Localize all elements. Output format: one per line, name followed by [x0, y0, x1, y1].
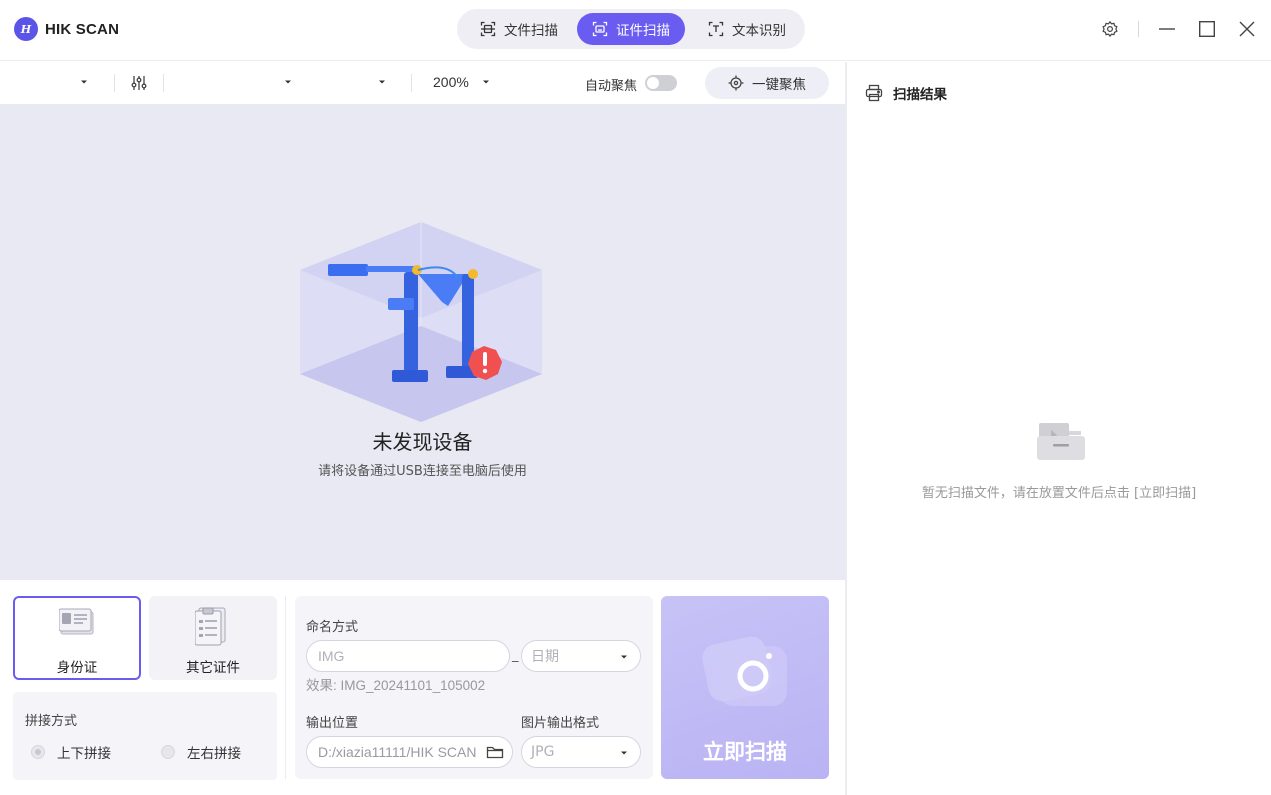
settings-divider — [285, 596, 286, 779]
name-separator: _ — [512, 648, 519, 663]
scanner-device-illustration — [300, 222, 542, 422]
scan-settings-panel: 身份证 其它证件 拼接方式 上下拼接 左右拼接 命名方式 IMG _ 日期 效果… — [0, 580, 845, 795]
title-divider — [1138, 21, 1139, 37]
output-location-input[interactable]: D:/xiazia11111/HIK SCAN — [306, 736, 513, 768]
doc-scan-icon — [480, 21, 496, 37]
scan-results-header: 扫描结果 — [865, 83, 947, 103]
minimize-button[interactable] — [1152, 14, 1182, 44]
chevron-down-icon — [621, 751, 627, 755]
minimize-icon — [1159, 28, 1175, 30]
camera-icon — [702, 636, 787, 706]
maximize-button[interactable] — [1192, 14, 1222, 44]
toolbar-divider — [114, 74, 115, 92]
radio-dot — [31, 745, 45, 759]
text-recognition-icon — [708, 21, 724, 37]
adjust-sliders-icon[interactable] — [130, 74, 148, 92]
radio-label: 上下拼接 — [57, 746, 111, 762]
mode-tabs: 文件扫描 证件扫描 文本识别 — [457, 9, 805, 49]
toolbar-divider — [411, 74, 412, 92]
no-device-title: 未发现设备 — [372, 430, 473, 454]
format-value: JPG — [531, 744, 555, 760]
radio-dot — [161, 745, 175, 759]
stitch-mode-title: 拼接方式 — [25, 714, 78, 729]
other-document-icon — [195, 607, 226, 646]
radio-label: 左右拼接 — [187, 746, 241, 762]
tab-text-recognition[interactable]: 文本识别 — [695, 13, 799, 45]
tab-label: 证件扫描 — [616, 23, 670, 39]
close-icon — [1239, 21, 1255, 37]
gear-icon — [1102, 20, 1118, 38]
id-card-icon — [59, 608, 94, 635]
folder-icon[interactable] — [486, 744, 504, 760]
stitch-horizontal-radio[interactable]: 左右拼接 — [161, 742, 241, 762]
suffix-value: 日期 — [531, 649, 559, 665]
zoom-level[interactable]: 200% — [433, 74, 469, 90]
doc-type-other[interactable]: 其它证件 — [149, 596, 277, 680]
close-button[interactable] — [1232, 14, 1262, 44]
resolution-select-caret-icon[interactable] — [282, 76, 294, 88]
id-scan-icon — [592, 21, 608, 37]
output-format-label: 图片输出格式 — [521, 716, 600, 731]
toggle-knob — [647, 77, 659, 89]
auto-focus-label: 自动聚焦 — [585, 79, 638, 94]
prefix-placeholder: IMG — [318, 648, 345, 664]
zoom-caret-icon[interactable] — [480, 76, 492, 88]
crosshair-icon — [728, 75, 744, 91]
no-device-hint: 请将设备通过USB连接至电脑后使用 — [318, 464, 527, 479]
one-key-focus-label: 一键聚焦 — [752, 77, 806, 93]
tab-document-scan[interactable]: 文件扫描 — [465, 13, 573, 45]
panel-divider — [845, 62, 847, 795]
scan-now-label: 立即扫描 — [703, 740, 787, 764]
printer-icon — [865, 84, 883, 102]
device-select-caret-icon[interactable] — [78, 76, 90, 88]
scan-now-button[interactable]: 立即扫描 — [661, 596, 829, 779]
stitch-vertical-radio[interactable]: 上下拼接 — [31, 742, 111, 762]
logo-mark-icon: H — [14, 17, 38, 41]
settings-button[interactable] — [1095, 14, 1125, 44]
tab-label: 文件扫描 — [504, 23, 558, 39]
output-format-select[interactable]: JPG — [521, 736, 641, 768]
stitch-mode-group: 拼接方式 上下拼接 左右拼接 — [13, 692, 277, 780]
naming-title: 命名方式 — [306, 620, 359, 635]
naming-output-group: 命名方式 IMG _ 日期 效果: IMG_20241101_105002 输出… — [295, 596, 653, 779]
output-location-label: 输出位置 — [306, 716, 359, 731]
doc-type-label: 其它证件 — [186, 660, 240, 676]
scan-results-title: 扫描结果 — [893, 87, 947, 103]
chevron-down-icon — [621, 655, 627, 659]
tab-label: 文本识别 — [732, 23, 786, 39]
toolbar-divider — [163, 74, 164, 92]
empty-results-hint: 暂无扫描文件，请在放置文件后点击 [立即扫描] — [921, 486, 1197, 501]
color-select-caret-icon[interactable] — [376, 76, 388, 88]
doc-type-id-card[interactable]: 身份证 — [13, 596, 141, 680]
camera-toolbar: 200% 自动聚焦 一键聚焦 — [0, 62, 845, 104]
maximize-icon — [1199, 21, 1215, 37]
one-key-focus-button[interactable]: 一键聚焦 — [705, 67, 829, 99]
camera-preview: 未发现设备 请将设备通过USB连接至电脑后使用 — [0, 104, 845, 580]
title-bar: H HIK SCAN 文件扫描 证件扫描 文本识别 — [0, 0, 1271, 61]
output-path: D:/xiazia11111/HIK SCAN — [318, 744, 477, 760]
doc-type-label: 身份证 — [56, 660, 98, 676]
tab-id-scan[interactable]: 证件扫描 — [577, 13, 685, 45]
app-logo: H HIK SCAN — [14, 17, 119, 41]
empty-folder-icon — [1037, 423, 1085, 460]
app-title: HIK SCAN — [45, 20, 120, 38]
filename-preview: 效果: IMG_20241101_105002 — [306, 678, 486, 693]
auto-focus-toggle[interactable] — [645, 75, 677, 91]
filename-prefix-input[interactable]: IMG — [306, 640, 510, 672]
filename-suffix-select[interactable]: 日期 — [521, 640, 641, 672]
